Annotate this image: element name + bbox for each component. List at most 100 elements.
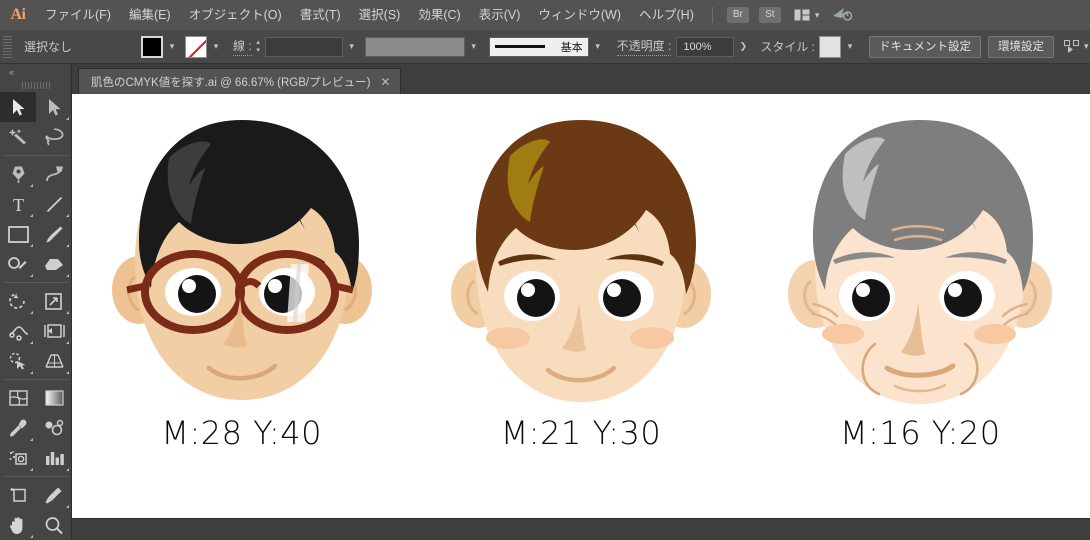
preferences-button[interactable]: 環境設定 [988, 35, 1055, 58]
control-bar: 選択なし ▾ ▾ 線 : ▴ ▾ ▾ ▾ 基本 ▾ 不透明度 : 100% ❯ ス… [0, 30, 1090, 64]
scale-tool[interactable] [36, 286, 72, 316]
figure-label-2: M:21 Y:30 [500, 414, 662, 452]
menu-item-help[interactable]: ヘルプ(H) [630, 0, 703, 30]
perspective-grid-tool[interactable] [36, 346, 72, 376]
tool-flyout-indicator [30, 468, 33, 471]
symbol-sprayer-tool[interactable] [0, 443, 36, 473]
arrange-documents-icon[interactable]: ▾ [794, 9, 820, 21]
document-setup-button[interactable]: ドキュメント設定 [869, 35, 982, 58]
tool-flyout-indicator [30, 535, 33, 538]
opacity-label: 不透明度 : [616, 37, 672, 56]
figure-elderly-gray-hair[interactable]: M:16 Y:20 [760, 112, 1080, 452]
document-tab-bar: 肌色のCMYK値を探す.ai @ 66.67% (RGB/プレビュー) ✕ [72, 64, 1090, 94]
rotate-tool[interactable] [0, 286, 36, 316]
eraser-tool[interactable] [36, 249, 72, 279]
tool-flyout-indicator [66, 117, 69, 120]
menu-item-edit[interactable]: 編集(E) [120, 0, 180, 30]
tool-flyout-indicator [66, 341, 69, 344]
brush-definition-label: 基本 [560, 41, 583, 54]
tool-flyout-indicator [30, 371, 33, 374]
figure-label-3: M:16 Y:20 [840, 414, 1001, 452]
menu-bar: Ai ファイル(F) 編集(E) オブジェクト(O) 書式(T) 選択(S) 効… [0, 0, 1090, 30]
tool-flyout-indicator [66, 311, 69, 314]
rectangle-tool[interactable] [0, 219, 36, 249]
face-young-man-art [111, 120, 372, 400]
column-graph-tool[interactable] [36, 443, 72, 473]
face-boy-art [450, 120, 711, 402]
selection-tool[interactable] [0, 92, 36, 122]
stroke-weight-stepper[interactable]: ▴ ▾ [252, 36, 265, 58]
bridge-icon[interactable]: Br [726, 7, 749, 23]
artboard-tool[interactable] [0, 480, 36, 510]
opacity-expand-icon[interactable]: ❯ [734, 36, 752, 58]
stroke-weight-input[interactable] [264, 36, 343, 57]
figure-boy-brown-hair[interactable]: M:21 Y:30 [421, 112, 741, 452]
gradient-tool[interactable] [36, 383, 72, 413]
blend-tool[interactable] [36, 413, 72, 443]
chevron-down-icon: ▾ [814, 9, 820, 20]
eyedropper-tool[interactable] [0, 413, 36, 443]
type-tool[interactable]: T [0, 189, 36, 219]
menu-item-window[interactable]: ウィンドウ(W) [529, 0, 630, 30]
tools-divider [4, 282, 68, 283]
menu-divider [711, 7, 713, 23]
menu-item-effect[interactable]: 効果(C) [409, 0, 469, 30]
tools-panel-grip[interactable] [0, 79, 71, 92]
slice-tool[interactable] [36, 480, 72, 510]
menu-item-type[interactable]: 書式(T) [291, 0, 350, 30]
stroke-profile-field[interactable] [364, 36, 465, 57]
tool-flyout-indicator [30, 438, 33, 441]
line-segment-tool[interactable] [36, 189, 72, 219]
svg-text:T: T [13, 195, 24, 214]
app-logo-icon: Ai [10, 6, 27, 23]
curvature-tool[interactable] [36, 159, 72, 189]
pen-tool[interactable] [0, 159, 36, 189]
style-label: スタイル : [760, 40, 816, 54]
stroke-swatch-chevron-down-icon[interactable]: ▾ [207, 36, 225, 58]
close-icon[interactable]: ✕ [380, 76, 390, 88]
magic-wand-tool[interactable] [0, 122, 36, 152]
graphic-style-swatch[interactable] [819, 35, 842, 58]
brush-definition-chevron-down-icon[interactable]: ▾ [589, 36, 607, 58]
opacity-input[interactable]: 100% [676, 36, 735, 57]
menu-item-view[interactable]: 表示(V) [470, 0, 530, 30]
align-objects-icon[interactable]: ▾ [1064, 39, 1089, 54]
document-tab[interactable]: 肌色のCMYK値を探す.ai @ 66.67% (RGB/プレビュー) ✕ [78, 68, 402, 94]
figure-young-man-with-glasses[interactable]: M:28 Y:40 [82, 112, 402, 452]
mesh-tool[interactable] [0, 383, 36, 413]
selection-status-label: 選択なし [24, 40, 73, 54]
figure-label-1: M:28 Y:40 [161, 414, 322, 452]
direct-selection-tool[interactable] [36, 92, 72, 122]
artboard-canvas[interactable]: M:28 Y:40 M:21 Y:30 M:16 Y:20 [72, 94, 1090, 518]
menu-item-object[interactable]: オブジェクト(O) [180, 0, 291, 30]
stroke-color-swatch[interactable] [185, 35, 207, 58]
tool-flyout-indicator [30, 214, 33, 217]
graphic-style-chevron-down-icon[interactable]: ▾ [841, 36, 859, 58]
tools-divider [4, 476, 68, 477]
cloud-sync-icon[interactable] [831, 5, 853, 26]
fill-color-swatch[interactable] [141, 35, 163, 58]
align-chevron-down-icon: ▾ [1084, 41, 1089, 51]
free-transform-tool[interactable] [36, 316, 72, 346]
fill-swatch-chevron-down-icon[interactable]: ▾ [163, 36, 181, 58]
paintbrush-tool[interactable] [36, 219, 72, 249]
stroke-weight-chevron-down-icon[interactable]: ▾ [343, 36, 361, 58]
tool-flyout-indicator [30, 341, 33, 344]
shaper-tool[interactable] [0, 249, 36, 279]
brush-definition-field[interactable]: 基本 [488, 36, 589, 57]
tool-flyout-indicator [30, 311, 33, 314]
hand-tool[interactable] [0, 510, 36, 540]
status-bar [72, 518, 1090, 540]
zoom-tool[interactable] [36, 510, 72, 540]
collapse-panel-icon[interactable]: « [0, 64, 71, 79]
stroke-profile-chevron-down-icon[interactable]: ▾ [465, 36, 483, 58]
tools-panel: « T [0, 64, 72, 540]
menu-item-file[interactable]: ファイル(F) [36, 0, 120, 30]
stock-icon[interactable]: St [758, 7, 781, 23]
width-tool[interactable] [0, 316, 36, 346]
illustrator-window: Ai ファイル(F) 編集(E) オブジェクト(O) 書式(T) 選択(S) 効… [0, 0, 1090, 540]
lasso-tool[interactable] [36, 122, 72, 152]
control-bar-grip[interactable] [3, 35, 12, 58]
shape-builder-tool[interactable] [0, 346, 36, 376]
menu-item-select[interactable]: 選択(S) [350, 0, 410, 30]
